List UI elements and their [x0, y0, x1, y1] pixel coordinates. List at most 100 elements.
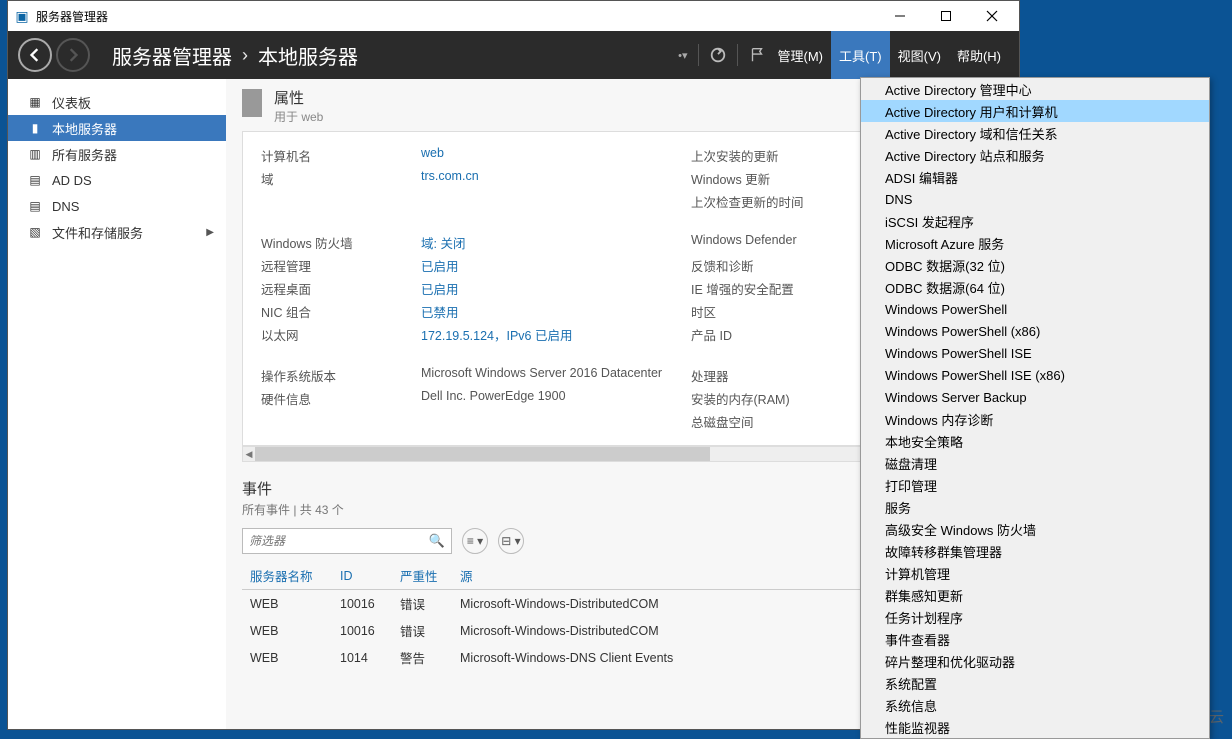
menu-item[interactable]: ODBC 数据源(32 位)	[861, 254, 1209, 276]
menu-item[interactable]: Windows PowerShell	[861, 298, 1209, 320]
menu-item[interactable]: 碎片整理和优化驱动器	[861, 650, 1209, 672]
property-value[interactable]: 已禁用	[421, 302, 681, 321]
menu-item[interactable]: ODBC 数据源(64 位)	[861, 276, 1209, 298]
menu-item[interactable]: ADSI 编辑器	[861, 166, 1209, 188]
menu-item[interactable]: 事件查看器	[861, 628, 1209, 650]
dropdown-icon[interactable]: •▾	[678, 49, 687, 62]
forward-button[interactable]	[56, 38, 90, 72]
property-value[interactable]: 域: 关闭	[421, 233, 681, 252]
property-label: 时区	[691, 302, 861, 321]
menu-item[interactable]: Active Directory 站点和服务	[861, 144, 1209, 166]
property-label	[261, 412, 411, 431]
menu-item[interactable]: Active Directory 管理中心	[861, 78, 1209, 100]
refresh-button[interactable]	[705, 31, 731, 79]
property-value	[421, 412, 681, 431]
table-cell: WEB	[242, 590, 332, 618]
menu-item[interactable]: 任务计划程序	[861, 606, 1209, 628]
table-cell: 1014	[332, 644, 392, 671]
property-label: 产品 ID	[691, 325, 861, 344]
property-label: 域	[261, 169, 411, 188]
table-cell: Microsoft-Windows-DistributedCOM	[452, 590, 893, 618]
table-header[interactable]: 严重性	[392, 562, 452, 590]
menu-item[interactable]: 本地安全策略	[861, 430, 1209, 452]
sidebar-item-dashboard[interactable]: ▦仪表板	[8, 89, 226, 115]
close-button[interactable]	[969, 1, 1015, 31]
property-label: Windows 防火墙	[261, 233, 411, 252]
titlebar[interactable]: ▣ 服务器管理器	[8, 1, 1019, 31]
search-icon[interactable]: 🔍	[429, 533, 445, 549]
table-header[interactable]: 源	[452, 562, 893, 590]
properties-title: 属性	[274, 87, 323, 108]
property-value[interactable]	[421, 192, 681, 211]
sidebar-item-adds[interactable]: ▤AD DS	[8, 167, 226, 193]
chevron-right-icon: ▶	[206, 227, 214, 238]
menu-item[interactable]: Windows PowerShell ISE (x86)	[861, 364, 1209, 386]
filter-input-wrapper[interactable]: 🔍	[242, 528, 452, 554]
properties-subtitle: 用于 web	[274, 108, 323, 125]
breadcrumb-page[interactable]: 本地服务器	[258, 41, 358, 70]
menu-item[interactable]: 高级安全 Windows 防火墙	[861, 518, 1209, 540]
sidebar-item-local-server[interactable]: ▮本地服务器	[8, 115, 226, 141]
menu-item[interactable]: Windows PowerShell (x86)	[861, 320, 1209, 342]
sidebar-item-label: AD DS	[52, 173, 92, 188]
table-cell: 警告	[392, 644, 452, 671]
menu-item[interactable]: 性能监视器	[861, 716, 1209, 738]
menu-item[interactable]: 群集感知更新	[861, 584, 1209, 606]
property-label: Windows Defender	[691, 233, 861, 252]
property-value: Microsoft Windows Server 2016 Datacenter	[421, 366, 681, 385]
menu-item[interactable]: Windows PowerShell ISE	[861, 342, 1209, 364]
table-header[interactable]: 服务器名称	[242, 562, 332, 590]
property-value[interactable]: web	[421, 146, 681, 165]
menu-item[interactable]: 打印管理	[861, 474, 1209, 496]
minimize-button[interactable]	[877, 1, 923, 31]
menu-view[interactable]: 视图(V)	[890, 31, 949, 79]
menu-item[interactable]: 计算机管理	[861, 562, 1209, 584]
menu-item[interactable]: 系统信息	[861, 694, 1209, 716]
table-cell: Microsoft-Windows-DNS Client Events	[452, 644, 893, 671]
breadcrumb: 服务器管理器 › 本地服务器	[112, 41, 358, 70]
menu-item[interactable]: Microsoft Azure 服务	[861, 232, 1209, 254]
property-value[interactable]: 已启用	[421, 256, 681, 275]
property-value[interactable]: trs.com.cn	[421, 169, 681, 188]
menu-item[interactable]: Windows Server Backup	[861, 386, 1209, 408]
menu-tools[interactable]: 工具(T)	[831, 31, 890, 79]
menu-item[interactable]: 磁盘清理	[861, 452, 1209, 474]
table-cell: 错误	[392, 590, 452, 618]
back-button[interactable]	[18, 38, 52, 72]
flag-icon[interactable]	[744, 31, 770, 79]
tools-dropdown-menu: Active Directory 管理中心Active Directory 用户…	[860, 77, 1210, 739]
property-label: 计算机名	[261, 146, 411, 165]
header: 服务器管理器 › 本地服务器 •▾ 管理(M) 工具(T) 视图(V) 帮助(H…	[8, 31, 1019, 79]
property-label: Windows 更新	[691, 169, 861, 188]
breadcrumb-root[interactable]: 服务器管理器	[112, 41, 232, 70]
property-label: 远程管理	[261, 256, 411, 275]
property-label: 上次检查更新的时间	[691, 192, 861, 211]
menu-item[interactable]: 服务	[861, 496, 1209, 518]
window-title: 服务器管理器	[36, 8, 108, 25]
maximize-button[interactable]	[923, 1, 969, 31]
property-value[interactable]: 已启用	[421, 279, 681, 298]
sidebar-item-dns[interactable]: ▤DNS	[8, 193, 226, 219]
property-label: 操作系统版本	[261, 366, 411, 385]
property-value[interactable]: 172.19.5.124，IPv6 已启用	[421, 325, 681, 344]
menu-item[interactable]: DNS	[861, 188, 1209, 210]
table-header[interactable]: ID	[332, 562, 392, 590]
menu-item[interactable]: 系统配置	[861, 672, 1209, 694]
server-icon: ▮	[28, 121, 42, 135]
save-options-button[interactable]: ⊟ ▾	[498, 528, 524, 554]
menu-item[interactable]: Windows 内存诊断	[861, 408, 1209, 430]
menu-help[interactable]: 帮助(H)	[949, 31, 1009, 79]
table-cell: WEB	[242, 617, 332, 644]
menu-manage[interactable]: 管理(M)	[770, 31, 832, 79]
menu-item[interactable]: iSCSI 发起程序	[861, 210, 1209, 232]
property-label: 处理器	[691, 366, 861, 385]
filter-input[interactable]	[249, 534, 429, 548]
sidebar-item-storage[interactable]: ▧文件和存储服务▶	[8, 219, 226, 245]
sidebar-item-all-servers[interactable]: ▥所有服务器	[8, 141, 226, 167]
property-label: IE 增强的安全配置	[691, 279, 861, 298]
menu-item[interactable]: Active Directory 用户和计算机	[861, 100, 1209, 122]
grid-options-button[interactable]: ≡ ▾	[462, 528, 488, 554]
menu-item[interactable]: 故障转移群集管理器	[861, 540, 1209, 562]
menu-item[interactable]: Active Directory 域和信任关系	[861, 122, 1209, 144]
property-label: NIC 组合	[261, 302, 411, 321]
